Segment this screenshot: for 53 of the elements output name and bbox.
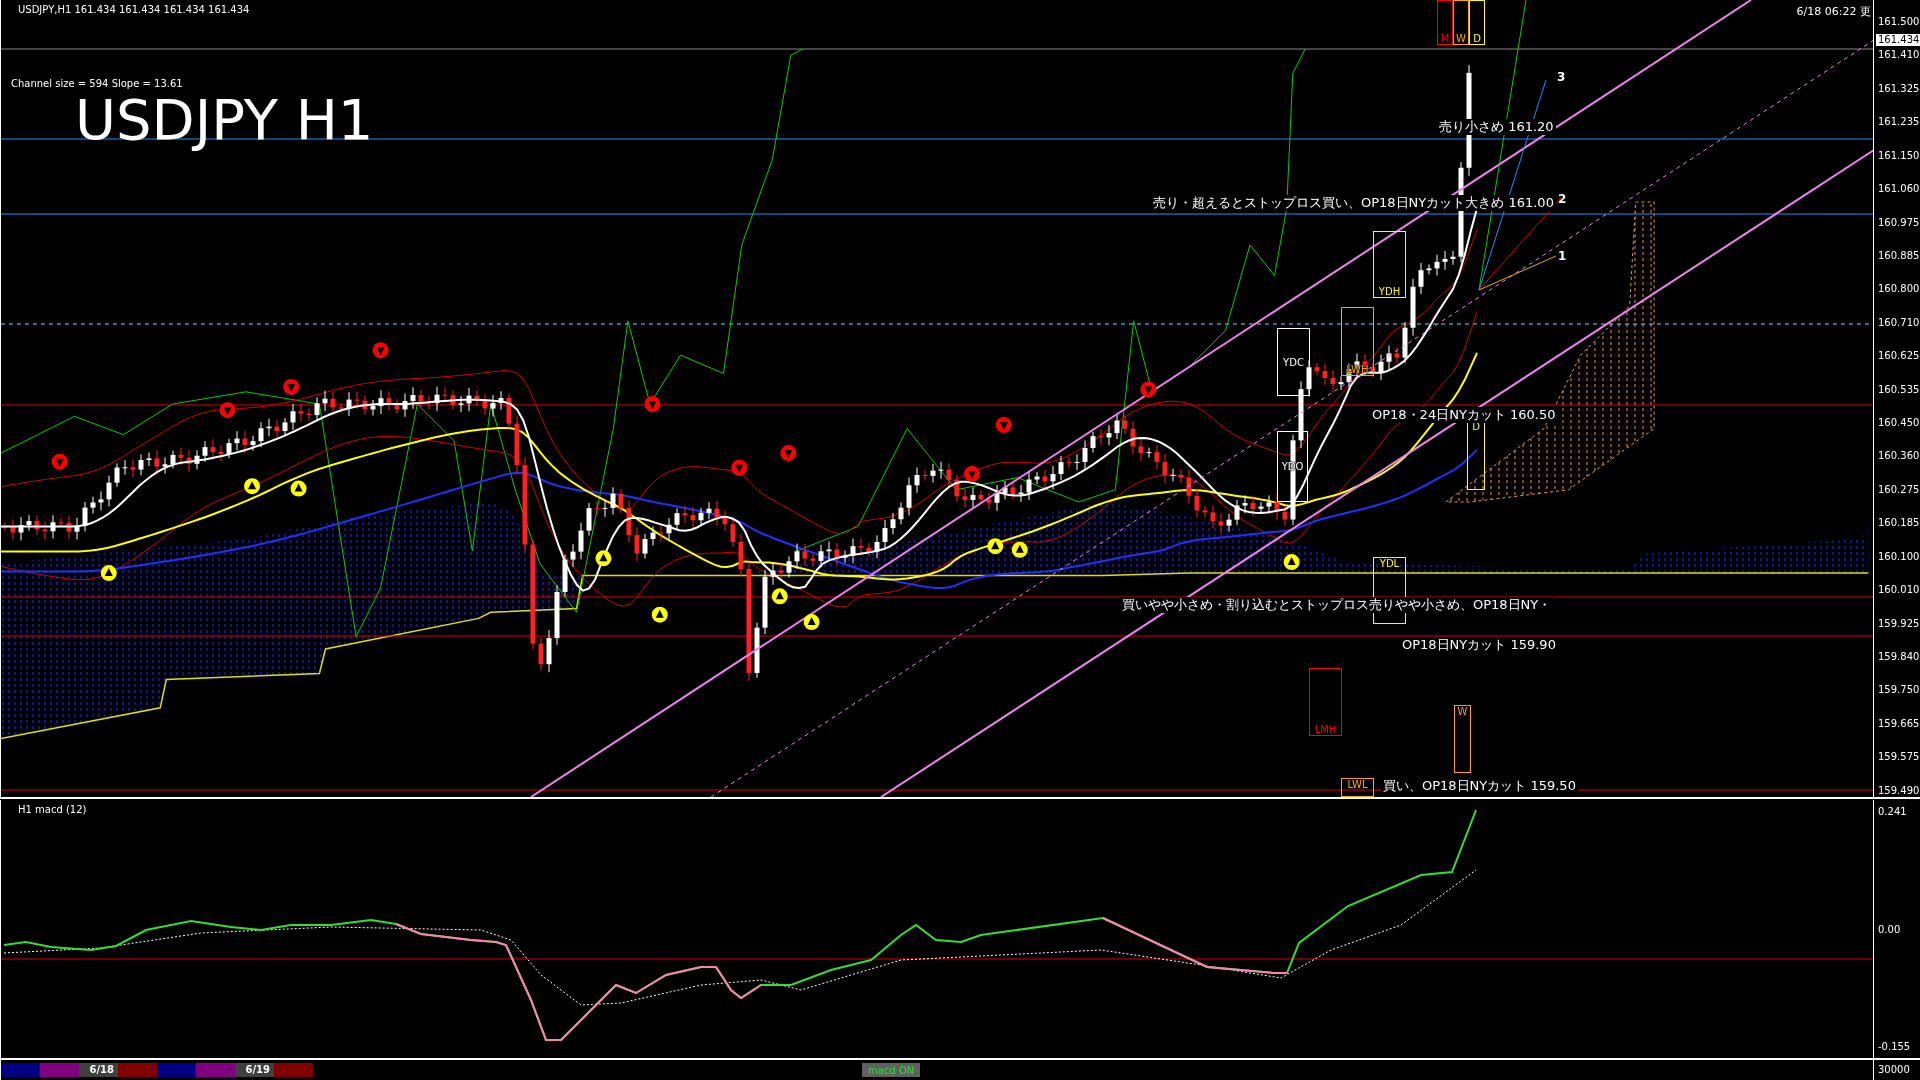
current-price-label: 161.434 bbox=[1876, 34, 1920, 46]
chart-annotation: 買い、OP18日NYカット 159.50 bbox=[1381, 778, 1578, 794]
level-box: W bbox=[1454, 705, 1471, 773]
macd-label: 0.241 bbox=[1878, 806, 1908, 817]
level-box: YDC bbox=[1277, 328, 1310, 396]
level-box: LWH bbox=[1341, 307, 1374, 376]
price-label: 161.150 bbox=[1878, 149, 1920, 162]
price-label: 160.450 bbox=[1878, 417, 1920, 430]
price-label: 161.235 bbox=[1878, 116, 1920, 129]
channel-info: Channel size = 594 Slope = 13.61 bbox=[11, 78, 183, 89]
channel-label: 3 bbox=[1557, 70, 1566, 84]
indicator-title: H1 macd (12) bbox=[18, 804, 87, 815]
chart-annotation: 買いやや小さめ・割り込むとストップロス売りやや小さめ、OP18日NY・ bbox=[1120, 597, 1554, 613]
macd-label: -0.155 bbox=[1878, 1041, 1912, 1052]
price-label: 159.490 bbox=[1878, 784, 1920, 797]
price-label: 160.185 bbox=[1878, 517, 1920, 530]
update-time: 6/18 06:22 更 bbox=[1796, 4, 1871, 19]
level-box: D bbox=[1469, 0, 1485, 45]
chart-annotation: 売り小さめ 161.20 bbox=[1437, 119, 1556, 135]
chart-annotation: OP18日NYカット 159.90 bbox=[1400, 637, 1558, 653]
price-label: 160.360 bbox=[1878, 450, 1920, 463]
macd-label: 0.00 bbox=[1878, 923, 1902, 935]
chart-header: USDJPY,H1 161.434 161.434 161.434 161.434 bbox=[18, 4, 250, 15]
price-label: 161.325 bbox=[1878, 82, 1920, 95]
indicator-toggle[interactable]: macd ON bbox=[862, 1063, 921, 1077]
price-label: 159.840 bbox=[1878, 651, 1920, 663]
price-label: 160.800 bbox=[1878, 283, 1920, 296]
period-segment: 6/19 bbox=[235, 1063, 274, 1077]
price-label: 161.500 bbox=[1878, 16, 1920, 28]
price-label: 160.275 bbox=[1878, 483, 1920, 496]
level-box: M bbox=[1437, 0, 1453, 45]
price-label: 161.060 bbox=[1878, 183, 1920, 196]
price-label: 160.100 bbox=[1878, 550, 1920, 563]
chart-annotation: OP18・24日NYカット 160.50 bbox=[1370, 407, 1558, 423]
price-label: 161.410 bbox=[1878, 49, 1920, 62]
chart-annotation: 売り・超えるとストップロス買い、OP18日NYカット大きめ 161.00 bbox=[1151, 195, 1556, 211]
level-box: YDH bbox=[1373, 231, 1406, 298]
price-label: 160.625 bbox=[1878, 350, 1920, 363]
price-label: 160.010 bbox=[1878, 584, 1920, 597]
price-label: 159.925 bbox=[1878, 617, 1920, 630]
level-box: LMH bbox=[1309, 668, 1342, 736]
level-box: W bbox=[1453, 0, 1469, 45]
price-label: 159.665 bbox=[1878, 717, 1920, 730]
price-label: 159.750 bbox=[1878, 684, 1920, 697]
period-segment: 6/18 bbox=[79, 1063, 118, 1077]
price-label: 160.975 bbox=[1878, 216, 1920, 229]
price-label: 160.885 bbox=[1878, 249, 1920, 262]
price-label: 160.535 bbox=[1878, 383, 1920, 396]
volume-scale: 30000 bbox=[1878, 1064, 1910, 1075]
channel-label: 1 bbox=[1558, 249, 1567, 263]
channel-label: 2 bbox=[1558, 192, 1567, 206]
price-label: 159.575 bbox=[1878, 751, 1920, 764]
price-label: 160.710 bbox=[1878, 316, 1920, 329]
